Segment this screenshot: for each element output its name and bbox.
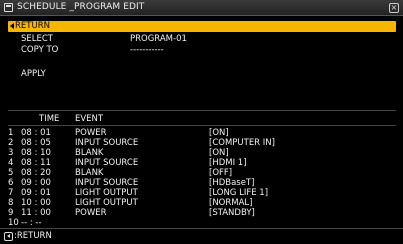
- return-menu-item[interactable]: RETURN: [8, 21, 396, 32]
- schedule-program-edit-window: SCHEDULE _PROGRAM EDIT × RETURN SELECT P…: [0, 0, 403, 244]
- row-number: 4: [8, 158, 14, 168]
- divider: [8, 110, 396, 111]
- row-event: INPUT SOURCE: [75, 178, 139, 188]
- row-time: 09 : 01: [21, 188, 51, 198]
- row-time: 11 : 00: [21, 208, 51, 218]
- menu-icon: [4, 3, 13, 12]
- select-value: PROGRAM-01: [130, 34, 187, 44]
- row-time: 08 : 11: [21, 158, 51, 168]
- row-number: 3: [8, 148, 14, 158]
- row-number: 10: [8, 218, 19, 228]
- left-arrow-icon: [10, 23, 14, 29]
- row-param: [COMPUTER IN]: [209, 138, 275, 148]
- row-time: 08 : 01: [21, 128, 51, 138]
- row-time: 08 : 05: [21, 138, 51, 148]
- schedule-row[interactable]: 9 11 : 00 POWER [STANDBY]: [0, 208, 403, 218]
- row-time: 10 : 00: [21, 198, 51, 208]
- schedule-row[interactable]: 2 08 : 05 INPUT SOURCE [COMPUTER IN]: [0, 138, 403, 148]
- row-event: INPUT SOURCE: [75, 138, 139, 148]
- row-number: 1: [8, 128, 14, 138]
- row-number: 2: [8, 138, 14, 148]
- event-column-header: EVENT: [75, 114, 104, 124]
- schedule-row[interactable]: 5 08 : 20 BLANK [OFF]: [0, 168, 403, 178]
- row-time: 09 : 00: [21, 178, 51, 188]
- row-number: 6: [8, 178, 14, 188]
- row-param: [HDMI 1]: [209, 158, 247, 168]
- row-event: BLANK: [75, 168, 104, 178]
- window-title: SCHEDULE _PROGRAM EDIT: [17, 2, 145, 12]
- row-number: 8: [8, 198, 14, 208]
- row-param: [ON]: [209, 148, 229, 158]
- row-number: 9: [8, 208, 14, 218]
- row-param: [LONG LIFE 1]: [209, 188, 269, 198]
- close-icon[interactable]: ×: [389, 3, 399, 13]
- row-event: INPUT SOURCE: [75, 158, 139, 168]
- row-param: [HDBaseT]: [209, 178, 255, 188]
- time-column-header: TIME: [39, 114, 60, 124]
- schedule-row[interactable]: 1 08 : 01 POWER [ON]: [0, 128, 403, 138]
- row-time: 08 : 10: [21, 148, 51, 158]
- row-event: LIGHT OUTPUT: [75, 188, 138, 198]
- row-event: LIGHT OUTPUT: [75, 198, 138, 208]
- schedule-row[interactable]: 6 09 : 00 INPUT SOURCE [HDBaseT]: [0, 178, 403, 188]
- copy-to-value: -----------: [130, 45, 164, 55]
- row-param: [ON]: [209, 128, 229, 138]
- schedule-row[interactable]: 10 -- : --: [0, 218, 403, 228]
- row-param: [STANDBY]: [209, 208, 255, 218]
- row-number: 5: [8, 168, 14, 178]
- row-time: 08 : 20: [21, 168, 51, 178]
- schedule-row[interactable]: 3 08 : 10 BLANK [ON]: [0, 148, 403, 158]
- footer-bar: :RETURN: [0, 228, 403, 244]
- row-event: BLANK: [75, 148, 104, 158]
- row-time: -- : --: [21, 218, 42, 228]
- header-divider: [8, 125, 396, 126]
- left-button-icon: [4, 232, 13, 241]
- row-event: POWER: [75, 208, 107, 218]
- footer-return-hint: :RETURN: [14, 231, 52, 241]
- apply-button[interactable]: APPLY: [21, 69, 46, 79]
- title-bar: SCHEDULE _PROGRAM EDIT ×: [0, 0, 403, 16]
- copy-to-menu-item[interactable]: COPY TO: [21, 45, 58, 55]
- row-param: [OFF]: [209, 168, 233, 178]
- select-menu-item[interactable]: SELECT: [21, 34, 53, 44]
- row-event: POWER: [75, 128, 107, 138]
- row-param: [NORMAL]: [209, 198, 253, 208]
- schedule-row[interactable]: 4 08 : 11 INPUT SOURCE [HDMI 1]: [0, 158, 403, 168]
- return-label: RETURN: [15, 21, 50, 31]
- schedule-row[interactable]: 7 09 : 01 LIGHT OUTPUT [LONG LIFE 1]: [0, 188, 403, 198]
- schedule-row[interactable]: 8 10 : 00 LIGHT OUTPUT [NORMAL]: [0, 198, 403, 208]
- row-number: 7: [8, 188, 14, 198]
